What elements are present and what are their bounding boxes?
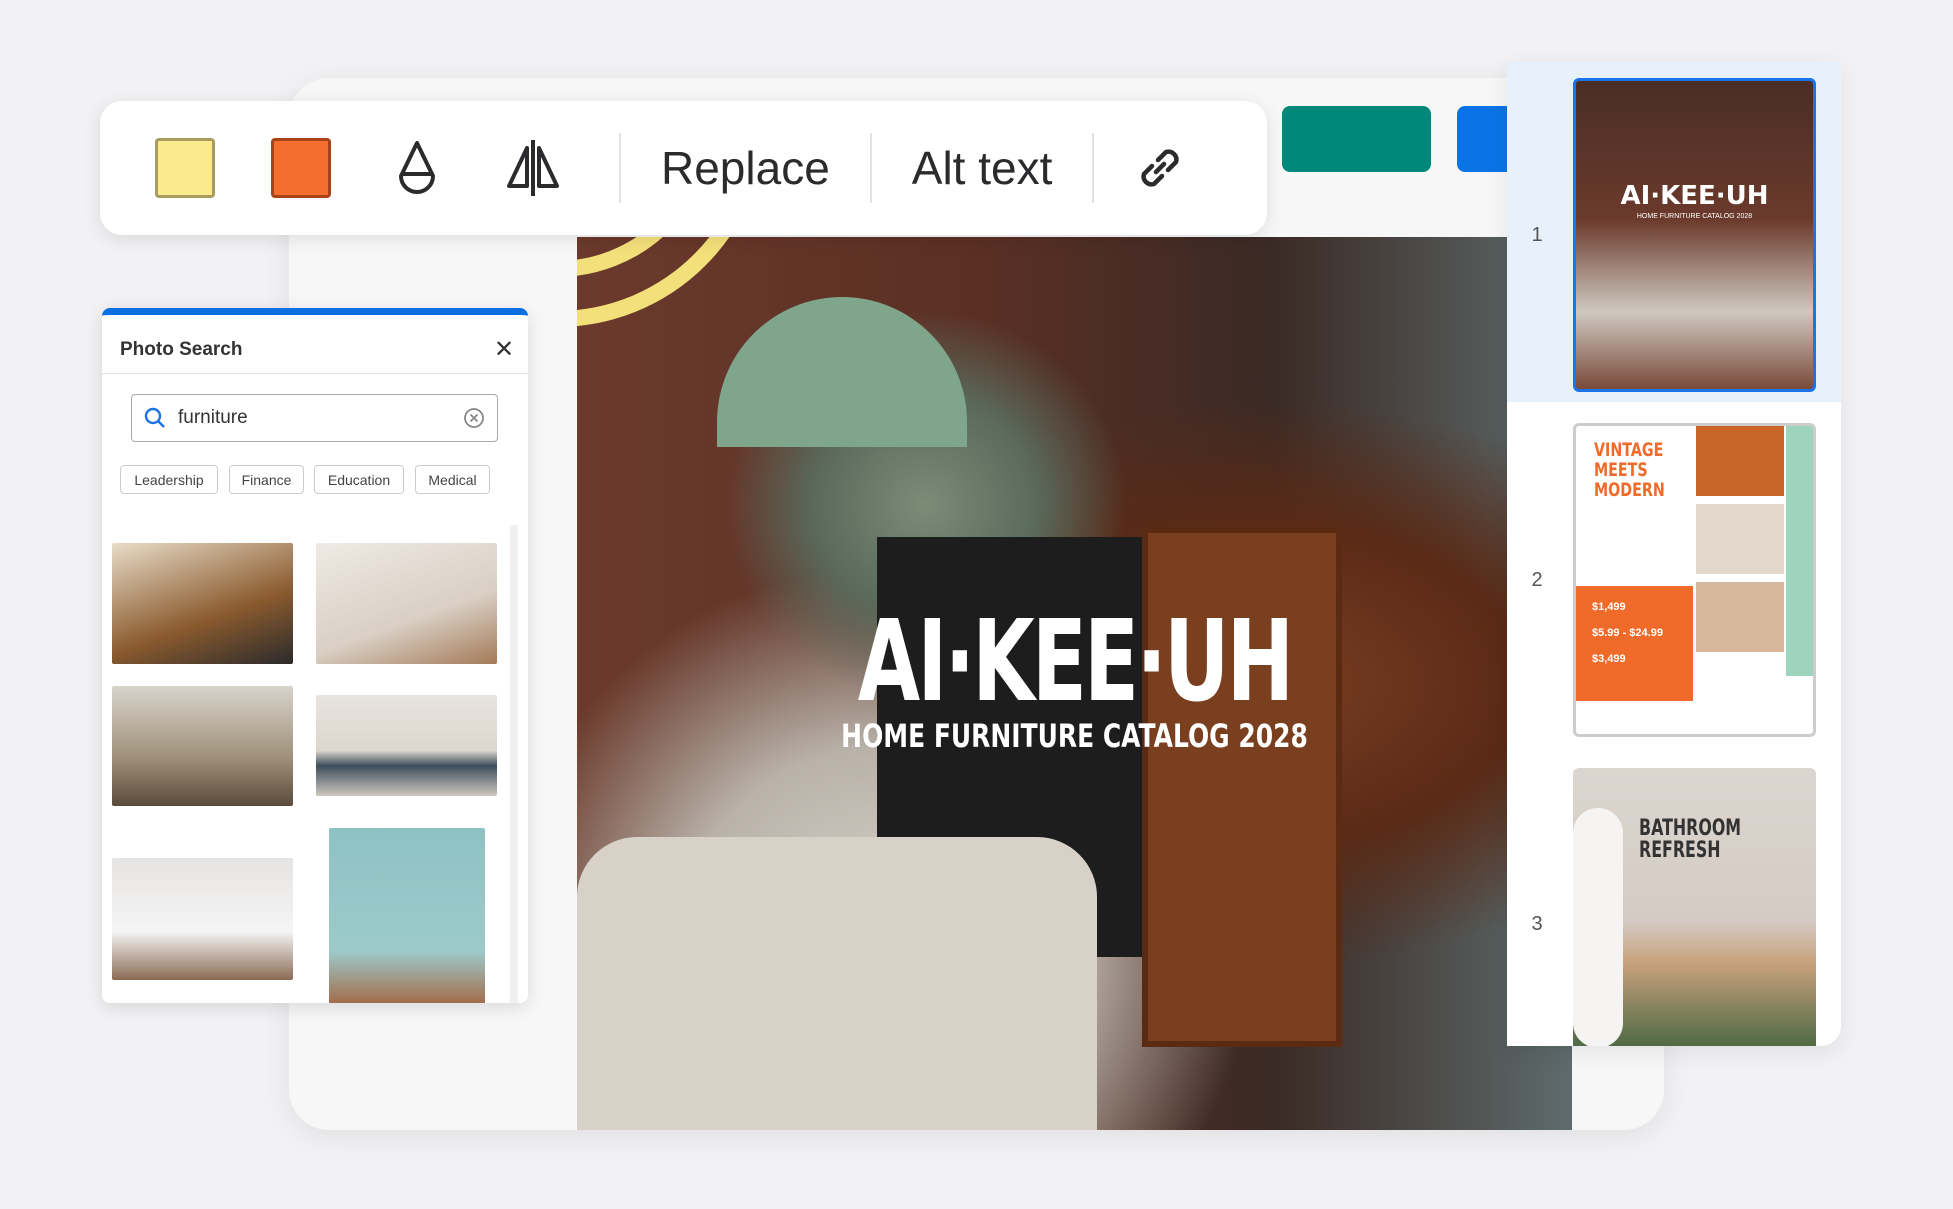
page-thumbnail-3[interactable]: BATHROOM REFRESH — [1573, 768, 1816, 1046]
page-number: 1 — [1531, 224, 1543, 246]
photo-result[interactable] — [316, 543, 497, 664]
price: $5.99 - $24.99 — [1592, 627, 1663, 639]
replace-button[interactable]: Replace — [621, 141, 870, 195]
page-number: 2 — [1531, 569, 1543, 591]
thumb-title: VINTAGE MEETS MODERN — [1594, 439, 1665, 501]
scrollbar[interactable] — [510, 525, 518, 1003]
room-photo — [1696, 582, 1784, 652]
thumb-title: AI·KEE·UH — [1620, 181, 1769, 211]
search-icon — [144, 407, 165, 428]
page-thumbnails-panel: 1 AI·KEE·UH HOME FURNITURE CATALOG 2028 … — [1507, 62, 1841, 1046]
lamp-image — [717, 297, 967, 447]
thumb-subtitle: HOME FURNITURE CATALOG 2028 — [1636, 213, 1753, 220]
search-field[interactable] — [131, 394, 498, 442]
droplet-icon[interactable] — [387, 136, 447, 200]
vase-photo — [1573, 808, 1623, 1046]
close-icon[interactable]: ✕ — [494, 335, 514, 364]
canvas-page[interactable]: AI·KEE·UH HOME FURNITURE CATALOG 2028 — [577, 237, 1572, 1130]
page-thumbnail-2[interactable]: VINTAGE MEETS MODERN $1,499 $5.99 - $24.… — [1573, 423, 1816, 737]
link-icon[interactable] — [1130, 136, 1190, 200]
image-toolbar: Replace Alt text — [100, 101, 1267, 235]
photo-result[interactable] — [112, 543, 293, 664]
photo-result[interactable] — [316, 695, 497, 796]
thumb-title: BATHROOM REFRESH — [1639, 816, 1742, 863]
page-thumbnail-1[interactable]: AI·KEE·UH HOME FURNITURE CATALOG 2028 — [1573, 78, 1816, 392]
photo-result[interactable] — [112, 858, 293, 980]
chip-finance[interactable]: Finance — [229, 465, 304, 494]
divider — [1092, 133, 1095, 203]
decor-stripe — [1786, 426, 1813, 676]
photo-search-panel: Photo Search ✕ Leadership Finance Educat… — [102, 308, 528, 1003]
shelf-photo — [1696, 504, 1784, 574]
hero-subtitle: HOME FURNITURE CATALOG 2028 — [841, 717, 1308, 755]
price: $1,499 — [1592, 601, 1626, 613]
yellow-swatch-button[interactable] — [155, 138, 215, 198]
hero-title: AI·KEE·UH — [857, 597, 1294, 727]
orange-swatch-button[interactable] — [271, 138, 331, 198]
price-box: $1,499 $5.99 - $24.99 $3,499 — [1576, 586, 1693, 701]
sofa-photo — [1696, 426, 1784, 496]
panel-title: Photo Search — [120, 339, 243, 360]
search-input[interactable] — [178, 407, 463, 429]
sofa-image — [577, 837, 1097, 1130]
price: $3,499 — [1592, 653, 1626, 665]
photo-result[interactable] — [112, 686, 293, 806]
page-number: 3 — [1531, 913, 1543, 935]
alt-text-button[interactable]: Alt text — [872, 141, 1093, 195]
chip-medical[interactable]: Medical — [415, 465, 490, 494]
teal-action-button[interactable] — [1282, 106, 1431, 172]
chip-leadership[interactable]: Leadership — [120, 465, 218, 494]
chip-education[interactable]: Education — [314, 465, 404, 494]
photo-result[interactable] — [329, 828, 485, 1003]
clear-icon[interactable] — [463, 407, 485, 429]
flip-icon[interactable] — [503, 136, 563, 200]
divider — [102, 373, 528, 374]
